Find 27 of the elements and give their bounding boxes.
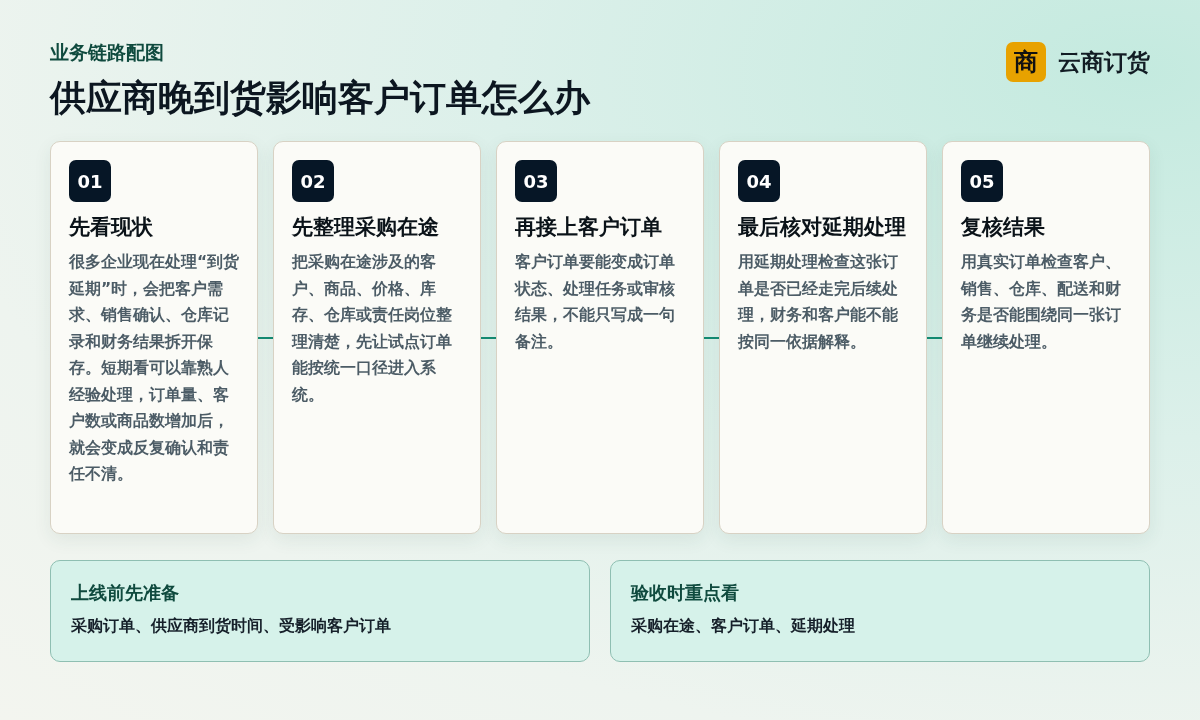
step-title: 最后核对延期处理	[738, 214, 907, 241]
step-number: 04	[738, 160, 780, 202]
step-description: 很多企业现在处理“到货延期”时，会把客户需求、销售确认、仓库记录和财务结果拆开保存。短期看可以靠熟人经验处理，订单量、客户数或商品数增加后，就会变成反复确认和责任不清。	[69, 252, 241, 485]
step-description: 把采购在途涉及的客户、商品、价格、库存、仓库或责任岗位整理清楚，先让试点订单能按统一口径进入系统。	[292, 252, 453, 406]
page-title: 供应商晚到货影响客户订单怎么办	[50, 76, 590, 120]
step-title: 复核结果	[961, 214, 1046, 241]
connector-line	[481, 336, 496, 339]
step-number: 05	[961, 160, 1003, 202]
step-number: 03	[515, 160, 557, 202]
step-description: 用真实订单检查客户、销售、仓库、配送和财务是否能围绕同一张订单继续处理。	[961, 252, 1122, 353]
connector-line	[927, 336, 942, 339]
step-title: 先看现状	[69, 214, 154, 241]
step-description: 客户订单要能变成订单状态、处理任务或审核结果，不能只写成一句备注。	[515, 252, 676, 353]
step-title: 再接上客户订单	[515, 214, 663, 241]
step-description: 用延期处理检查这张订单是否已经走完后续处理，财务和客户能不能按同一依据解释。	[738, 252, 899, 353]
kicker-label: 业务链路配图	[50, 40, 165, 64]
step-number: 01	[69, 160, 111, 202]
step-title: 先整理采购在途	[292, 214, 440, 241]
note-title: 验收时重点看	[631, 581, 740, 605]
brand-logo: 商	[1006, 42, 1046, 82]
note-title: 上线前先准备	[71, 581, 180, 605]
note-text: 采购在途、客户订单、延期处理	[631, 615, 856, 637]
note-text: 采购订单、供应商到货时间、受影响客户订单	[71, 615, 392, 637]
connector-line	[704, 336, 719, 339]
brand-name: 云商订货	[1058, 47, 1150, 77]
step-number: 02	[292, 160, 334, 202]
connector-line	[258, 336, 273, 339]
